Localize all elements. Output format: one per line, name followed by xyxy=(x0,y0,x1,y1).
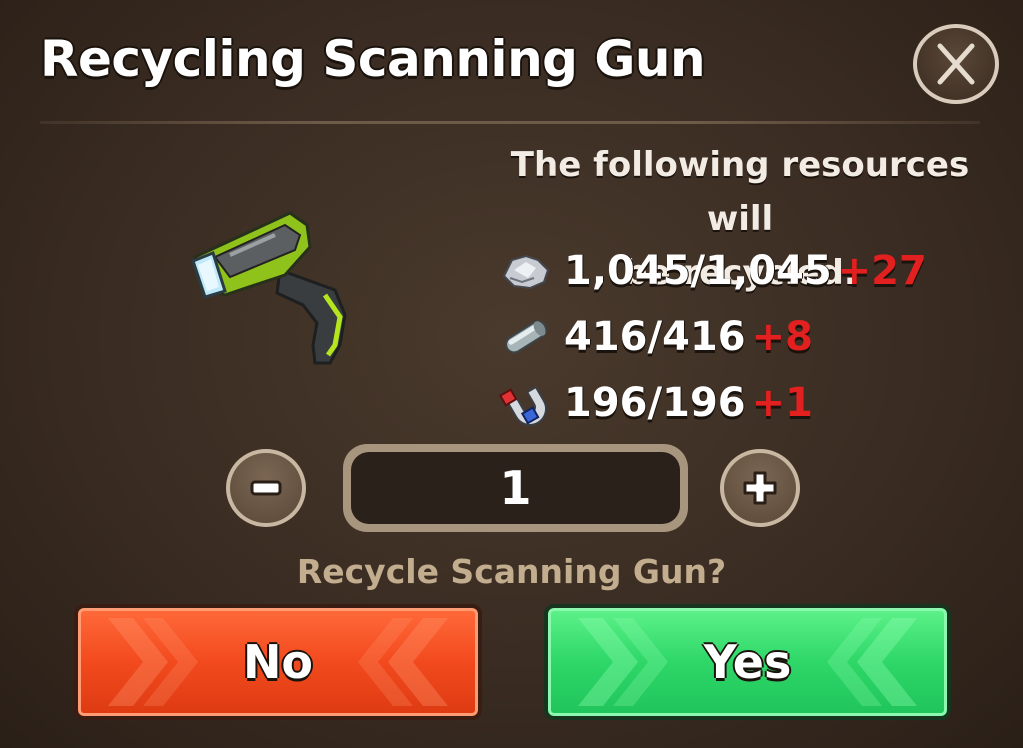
resource-row-scrap: 1,045/1,045 +27 xyxy=(498,246,927,296)
scrap-metal-icon xyxy=(502,254,550,290)
resource-gain: +1 xyxy=(751,380,813,426)
magnet-icon xyxy=(498,385,547,426)
close-button[interactable] xyxy=(913,24,999,104)
title-divider xyxy=(40,121,980,124)
increase-button[interactable] xyxy=(720,449,800,527)
dialog-title: Recycling Scanning Gun xyxy=(40,30,706,88)
quantity-value[interactable]: 1 xyxy=(351,452,680,524)
quantity-stepper[interactable]: 1 xyxy=(343,444,688,532)
resource-gain: +8 xyxy=(751,314,813,360)
decrease-button[interactable] xyxy=(226,449,306,527)
resource-row-metal: 416/416 +8 xyxy=(498,312,813,362)
chevron-right-icon xyxy=(108,618,198,706)
yes-button-label: Yes xyxy=(703,635,792,689)
no-button[interactable]: No xyxy=(74,604,482,720)
metal-bar-icon xyxy=(505,320,547,354)
close-icon xyxy=(937,43,975,85)
minus-icon xyxy=(250,480,282,496)
confirm-prompt: Recycle Scanning Gun? xyxy=(296,552,727,591)
resource-count: 1,045/1,045 xyxy=(564,248,832,294)
chevron-left-icon xyxy=(827,618,917,706)
resource-count: 196/196 xyxy=(564,380,746,426)
scanning-gun-icon xyxy=(191,211,347,365)
recycle-dialog: Recycling Scanning Gun The following res… xyxy=(0,0,1023,748)
resource-gain: +27 xyxy=(837,248,927,294)
chevron-left-icon xyxy=(358,618,448,706)
plus-icon xyxy=(743,471,777,505)
resource-row-magnet: 196/196 +1 xyxy=(498,378,813,428)
yes-button[interactable]: Yes xyxy=(544,604,951,720)
chevron-right-icon xyxy=(578,618,668,706)
description-line-1: The following resources will xyxy=(510,145,970,239)
no-button-label: No xyxy=(242,635,314,689)
resource-count: 416/416 xyxy=(564,314,746,360)
